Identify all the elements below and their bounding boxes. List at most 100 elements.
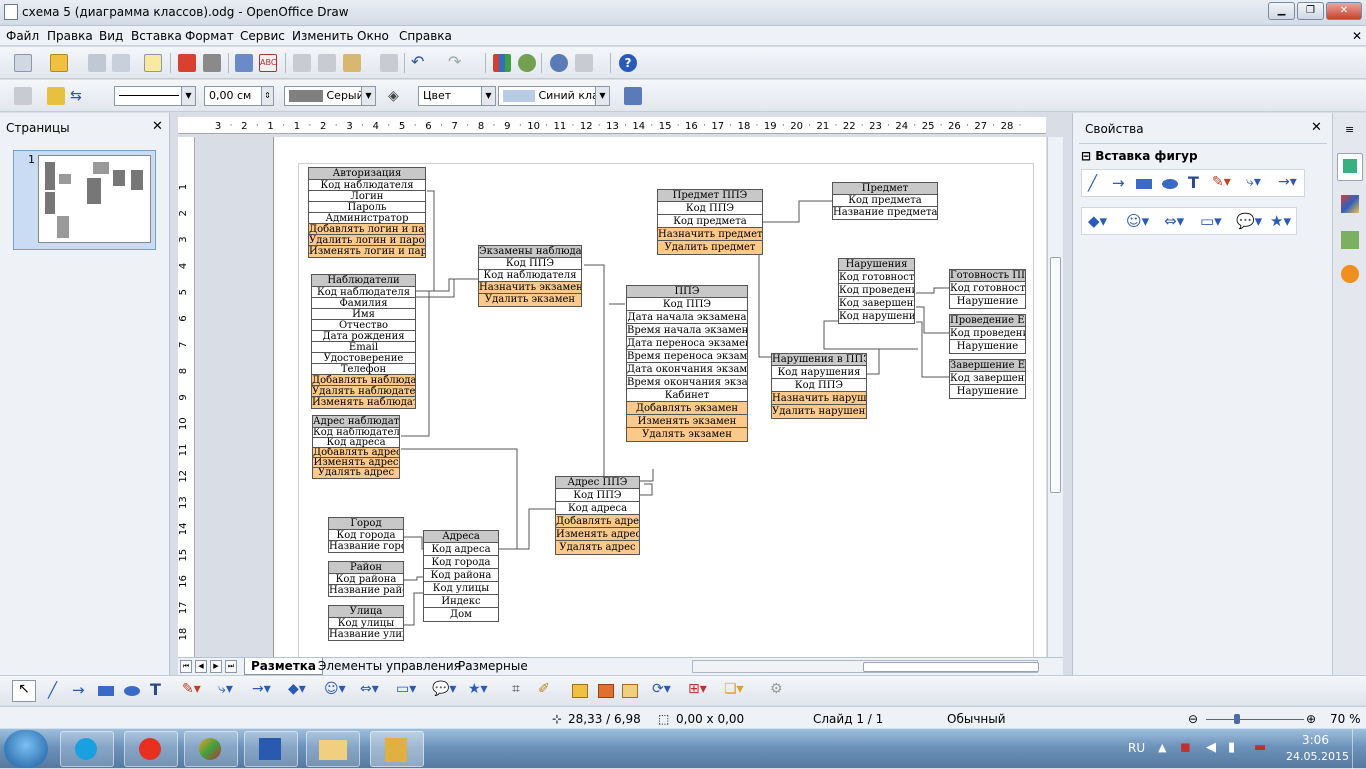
draw-callouts-icon[interactable]: 💬▾: [432, 681, 456, 697]
entity-box[interactable]: РайонКод районаНазвание района: [328, 561, 404, 597]
close-properties-icon[interactable]: ✕: [1311, 120, 1322, 135]
menu-tools[interactable]: Сервис: [240, 29, 285, 43]
navigator-icon[interactable]: [518, 54, 536, 72]
entity-box[interactable]: Проведение ЕГЭКод проведенияНарушение: [949, 314, 1026, 354]
draw-stars-icon[interactable]: ★▾: [468, 681, 488, 697]
horizontal-ruler[interactable]: 3 · 2 · 1 · 1 · 2 · 3 · 4 · 5 · 6 · 7 · 8 · 9 · 10 · 11 · 12 · 13 · 14 · 1…: [178, 117, 1046, 134]
show-desktop-button[interactable]: [1352, 729, 1366, 769]
zoom-in-icon[interactable]: ⊕: [1306, 712, 1316, 726]
word-taskbar-button[interactable]: [244, 731, 298, 767]
network-icon[interactable]: ▮: [1228, 740, 1235, 755]
navigator-tab-icon[interactable]: [1341, 265, 1359, 283]
extrusion-icon[interactable]: ⚙: [770, 681, 783, 697]
glue-points-icon[interactable]: ✐: [538, 681, 550, 697]
language-indicator[interactable]: RU: [1128, 741, 1145, 755]
menu-edit[interactable]: Правка: [47, 29, 93, 43]
entity-box[interactable]: Нарушения в ППЭ Код нарушения Код ППЭ Назна…: [771, 353, 867, 419]
explorer-taskbar-button[interactable]: [306, 731, 360, 767]
entity-box[interactable]: Предмет Код предмета Название предмета: [832, 182, 938, 220]
connector-tool-icon[interactable]: ⤷▾: [1246, 174, 1261, 190]
draw-arrow-icon[interactable]: →: [72, 681, 85, 699]
tray-app-icon[interactable]: ◼: [1180, 740, 1191, 755]
rotate-icon[interactable]: ⟳▾: [652, 681, 671, 697]
page-thumbnail[interactable]: 1: [13, 150, 156, 250]
text-tool-icon[interactable]: T: [1188, 173, 1199, 192]
tray-expand-icon[interactable]: ▲: [1158, 741, 1166, 754]
help-icon[interactable]: ?: [619, 54, 637, 72]
draw-symbol-shapes-icon[interactable]: ☺▾: [324, 681, 346, 697]
spellcheck-icon[interactable]: [235, 54, 253, 72]
fontwork-icon[interactable]: [572, 684, 588, 698]
symbol-shapes-icon[interactable]: ☺▾: [1126, 212, 1149, 230]
skype-taskbar-button[interactable]: [60, 731, 114, 767]
zoom-level[interactable]: 70 %: [1330, 712, 1361, 726]
entity-box[interactable]: Готовность ППЭКод готовностиНарушение: [949, 269, 1026, 309]
zoom-slider[interactable]: [1206, 719, 1304, 720]
select-tool-icon[interactable]: ↖: [12, 680, 36, 702]
ellipse-tool-icon[interactable]: [1162, 179, 1178, 189]
entity-box[interactable]: ППЭ Код ППЭ Дата начала экзамена Время нача…: [626, 285, 748, 442]
tab-controls[interactable]: Элементы управления: [312, 658, 467, 675]
line-style-select[interactable]: ▼: [114, 86, 196, 106]
print-icon[interactable]: [203, 54, 221, 72]
close-pages-panel-icon[interactable]: ✕: [152, 119, 163, 134]
redo-icon[interactable]: ↷: [448, 54, 466, 72]
export-pdf-icon[interactable]: [178, 54, 196, 72]
draw-line-icon[interactable]: ╱: [48, 681, 57, 699]
entity-box[interactable]: ГородКод городаНазвание города: [328, 517, 404, 553]
close-document-icon[interactable]: ✕: [1352, 29, 1362, 43]
callouts-icon[interactable]: 💬▾: [1236, 212, 1262, 230]
entity-box[interactable]: Наблюдатели Код наблюдателя Фамилия Имя Отче…: [311, 274, 416, 409]
entity-box[interactable]: Завершение ЕГЭКод завершенияНарушение: [949, 359, 1026, 399]
menu-modify[interactable]: Изменить: [292, 29, 354, 43]
entity-box[interactable]: Предмет ППЭ Код ППЭ Код предмета Назначить …: [657, 189, 763, 255]
vertical-scrollbar[interactable]: [1047, 137, 1063, 657]
start-button-icon[interactable]: [4, 730, 48, 768]
arrows-tool-icon[interactable]: →▾: [1278, 174, 1297, 190]
save-icon[interactable]: [88, 54, 106, 72]
undo-icon[interactable]: ↶: [411, 54, 429, 72]
entity-box[interactable]: НарушенияКод готовностиКод проведенияКод…: [838, 258, 915, 324]
styles-tab-icon[interactable]: [1341, 195, 1359, 213]
power-icon[interactable]: ▬: [1254, 740, 1266, 755]
first-tab-button[interactable]: ⏮: [180, 660, 192, 673]
format-paintbrush-icon[interactable]: [380, 54, 398, 72]
styles-icon[interactable]: [14, 87, 32, 105]
draw-rectangle-icon[interactable]: [98, 686, 114, 696]
copy-icon[interactable]: [318, 54, 336, 72]
insert-shapes-section[interactable]: ⊟ Вставка фигур: [1081, 149, 1198, 163]
menu-insert[interactable]: Вставка: [131, 29, 182, 43]
draw-basic-shapes-icon[interactable]: ◆▾: [288, 681, 306, 697]
entity-box[interactable]: УлицаКод улицыНазвание улицы: [328, 605, 404, 641]
entity-box[interactable]: Адрес наблюдателяКод наблюдателяКод адре…: [312, 415, 400, 479]
last-tab-button[interactable]: ⏭: [225, 660, 237, 673]
draw-freeform-icon[interactable]: ✎▾: [182, 681, 201, 697]
alignment-icon[interactable]: ⊞▾: [688, 681, 707, 697]
points-icon[interactable]: ⌗: [512, 681, 520, 697]
horizontal-scroll-thumb[interactable]: [863, 662, 1039, 672]
draw-lines-arrows-icon[interactable]: →▾: [252, 681, 271, 697]
open-icon[interactable]: [50, 54, 68, 72]
entity-box[interactable]: Авторизация Код наблюдателя Логин Пароль Адм…: [308, 167, 426, 258]
email-icon[interactable]: [112, 54, 130, 72]
arrow-style-icon[interactable]: ⇆: [70, 87, 88, 105]
flowchart-icon[interactable]: ▭▾: [1200, 212, 1222, 230]
volume-icon[interactable]: ◀: [1206, 740, 1216, 755]
maximize-button[interactable]: ❐: [1297, 2, 1324, 20]
clock-time[interactable]: 3:06: [1302, 733, 1329, 747]
freeform-tool-icon[interactable]: ✎▾: [1212, 174, 1231, 190]
menu-format[interactable]: Формат: [185, 29, 234, 43]
app-taskbar-button[interactable]: [184, 731, 238, 767]
minimize-button[interactable]: ▁: [1268, 2, 1295, 20]
line-width-input[interactable]: 0,00 см ⇕: [204, 86, 274, 106]
close-window-button[interactable]: ✕: [1326, 2, 1362, 20]
area-icon[interactable]: ◈: [388, 87, 406, 105]
gallery-insert-icon[interactable]: [622, 684, 638, 698]
basic-shapes-icon[interactable]: ◆▾: [1088, 212, 1107, 230]
entity-box[interactable]: Адреса Код адреса Код города Код района Код …: [423, 530, 499, 622]
line-tool-icon[interactable]: ╱: [1088, 174, 1097, 192]
zoom-slider-thumb[interactable]: [1234, 714, 1240, 724]
edit-file-icon[interactable]: [144, 54, 162, 72]
arrange-icon[interactable]: ❏▾: [724, 681, 744, 697]
line-color-select[interactable]: Серый ▼: [284, 86, 376, 106]
